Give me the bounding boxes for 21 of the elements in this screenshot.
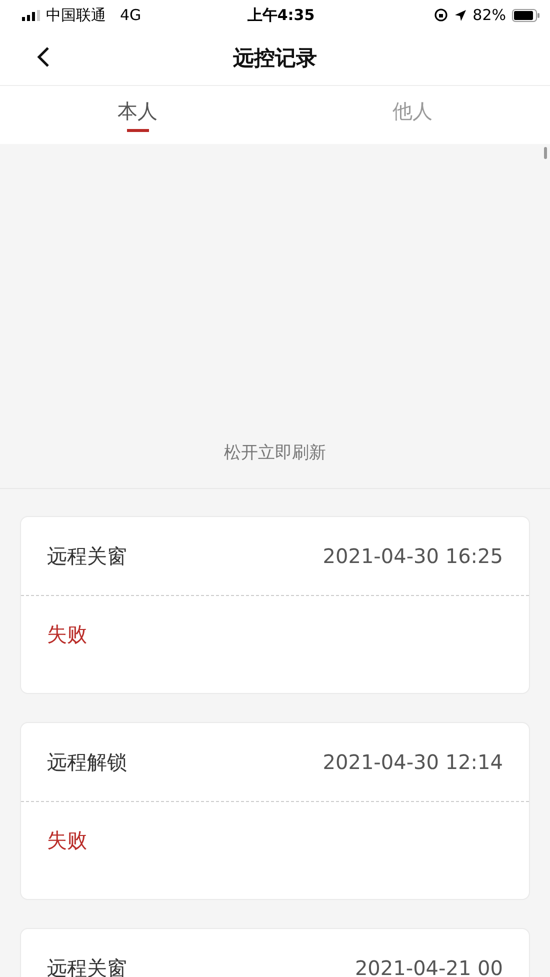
scrollbar [544, 147, 547, 159]
rotation-lock-icon [434, 8, 448, 22]
page-title: 远控记录 [233, 44, 317, 72]
battery-percent: 82% [472, 6, 506, 24]
record-time: 2021-04-30 12:14 [322, 750, 503, 774]
network-type: 4G [120, 6, 142, 24]
record-time: 2021-04-30 16:25 [322, 544, 503, 568]
action-name: 远程关窗 [47, 542, 127, 570]
tab[interactable]: 本人 [0, 86, 275, 144]
result-status: 失败 [47, 621, 87, 648]
clock-time: 上午4:35 [247, 6, 315, 24]
result-status: 失败 [47, 827, 87, 854]
carrier-name: 中国联通 [46, 6, 106, 24]
refresh-hint: 松开立即刷新 [224, 442, 326, 464]
action-name: 远程解锁 [47, 748, 127, 776]
action-name: 远程关窗 [47, 954, 127, 977]
chevron-left-icon [36, 46, 50, 68]
battery-icon [512, 8, 540, 22]
signal-icon [22, 10, 40, 20]
record-time: 2021-04-21 00 [354, 956, 503, 977]
location-arrow-icon [454, 8, 467, 22]
